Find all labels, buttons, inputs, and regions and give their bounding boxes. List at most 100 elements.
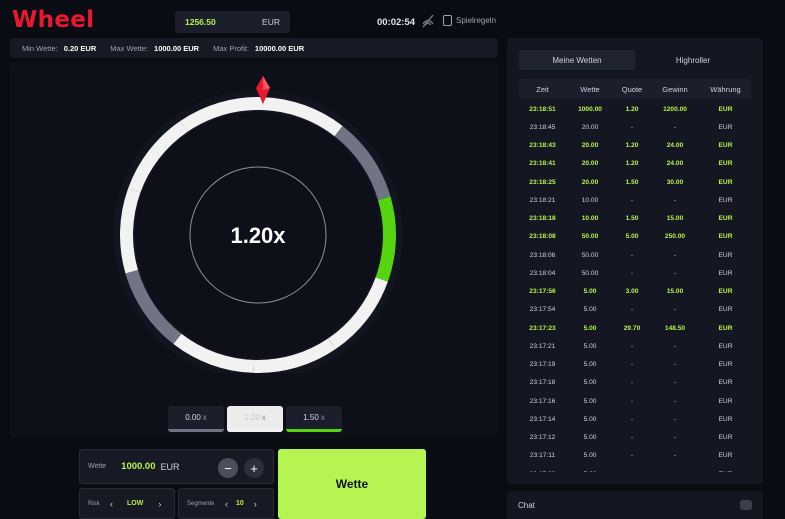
cell-currency: EUR: [718, 251, 733, 259]
cell-currency: EUR: [718, 397, 733, 405]
cell-currency: EUR: [718, 324, 733, 332]
connection-icon: [422, 14, 434, 28]
table-row: 23:17:54 5.00 - - EUR: [519, 301, 751, 319]
bets-tabs: Meine Wetten Highroller: [519, 50, 751, 70]
cell-currency: EUR: [718, 215, 733, 223]
cell-bet: 5.00: [583, 361, 597, 369]
cell-bet: 5.00: [583, 397, 597, 405]
cell-win: -: [673, 196, 677, 204]
multiplier-chip-1: 1.20 x: [227, 406, 283, 432]
col-odds: Quote: [621, 84, 643, 94]
cell-odds: -: [630, 196, 634, 204]
chat-bar[interactable]: Chat: [507, 491, 763, 519]
risk-next-icon[interactable]: ›: [158, 499, 161, 509]
table-row: 23:18:21 10.00 - - EUR: [519, 191, 751, 209]
cell-win: -: [673, 361, 677, 369]
cell-odds: -: [630, 251, 634, 259]
cell-bet: 20.00: [581, 178, 599, 186]
cell-bet: 5.00: [583, 452, 597, 460]
cell-win: 1200.00: [663, 105, 687, 113]
rules-label: Spielregeln: [456, 16, 497, 25]
cell-time: 23:17:14: [529, 415, 556, 423]
col-bet: Wette: [580, 84, 600, 94]
cell-bet: 10.00: [581, 196, 599, 204]
cell-win: 15.00: [666, 215, 684, 223]
rules-link[interactable]: Spielregeln: [443, 15, 496, 26]
cell-win: -: [673, 452, 677, 460]
cell-currency: EUR: [718, 105, 733, 113]
cell-bet: 20.00: [581, 142, 599, 150]
cell-time: 23:17:16: [529, 397, 556, 405]
decrease-bet-button[interactable]: −: [218, 458, 238, 478]
cell-bet: 5.00: [583, 434, 597, 442]
cell-currency: EUR: [718, 288, 733, 296]
cell-win: 24.00: [666, 160, 684, 168]
cell-bet: 1000.00: [578, 105, 602, 113]
segments-label: Segmente: [187, 500, 215, 507]
tab-my-bets[interactable]: Meine Wetten: [519, 50, 635, 70]
chat-icon: [740, 500, 752, 510]
max-profit: Max Profit: 10000.00 EUR: [213, 43, 305, 53]
table-row: 23:17:12 5.00 - - EUR: [519, 429, 751, 447]
cell-currency: EUR: [718, 342, 733, 350]
col-win: Gewinn: [662, 84, 688, 94]
wheel-pointer-icon: [256, 76, 270, 104]
cell-odds: -: [630, 415, 634, 423]
cell-time: 23:18:21: [529, 196, 556, 204]
cell-bet: 10.00: [581, 215, 599, 223]
app-root: Wheel 1256.50 EUR 00:02:54 Spielregeln M…: [0, 0, 785, 519]
cell-win: 148.50: [664, 324, 686, 332]
cell-currency: EUR: [718, 178, 733, 186]
table-row: 23:18:45 20.00 - - EUR: [519, 118, 751, 136]
place-bet-button[interactable]: Wette: [278, 449, 426, 519]
bet-amount[interactable]: 1000.00: [121, 461, 155, 472]
cell-time: 23:17:12: [529, 434, 556, 442]
cell-time: 23:17:56: [529, 288, 556, 296]
table-row: 23:17:23 5.00 29.70 148.50 EUR: [519, 319, 751, 337]
segments-prev-icon[interactable]: ‹: [225, 499, 228, 509]
cell-bet: 5.00: [583, 415, 597, 423]
segments-value: 10: [236, 500, 244, 507]
segments-next-icon[interactable]: ›: [254, 499, 257, 509]
table-row: 23:17:18 5.00 - - EUR: [519, 374, 751, 392]
risk-label: Risk: [88, 500, 100, 507]
cell-bet: 5.00: [583, 342, 597, 350]
cell-odds: 1.20: [625, 142, 639, 150]
table-row: 23:18:51 1000.00 1.20 1200.00 EUR: [519, 100, 751, 118]
cell-time: 23:17:21: [529, 342, 556, 350]
table-row: 23:17:16 5.00 - - EUR: [519, 392, 751, 410]
balance-value: 1256.50: [185, 17, 216, 27]
cell-odds: -: [630, 342, 634, 350]
cell-currency: EUR: [718, 142, 733, 150]
cell-currency: EUR: [718, 196, 733, 204]
cell-currency: EUR: [718, 269, 733, 277]
risk-prev-icon[interactable]: ‹: [110, 499, 113, 509]
table-row: 23:18:08 50.00 5.00 250.00 EUR: [519, 228, 751, 246]
tab-highroller[interactable]: Highroller: [635, 50, 751, 70]
cell-time: 23:17:54: [529, 306, 556, 314]
col-currency: Währung: [710, 84, 741, 94]
cell-bet: 5.00: [583, 288, 597, 296]
cell-win: 15.00: [666, 288, 684, 296]
increase-bet-button[interactable]: +: [244, 458, 264, 478]
cell-bet: 5.00: [566, 471, 614, 472]
multiplier-legend: 0.00 x 1.20 x 1.50 x: [168, 406, 342, 432]
cell-currency: EUR: [718, 415, 733, 423]
cell-odds: 1.50: [625, 178, 639, 186]
bets-panel: Meine Wetten Highroller Zeit Wette Quote…: [507, 38, 763, 484]
cell-bet: 50.00: [581, 269, 599, 277]
cell-win: 250.00: [664, 233, 686, 241]
cell-currency: EUR: [718, 379, 733, 387]
cell-odds: -: [630, 452, 634, 460]
cell-odds: -: [630, 306, 634, 314]
cell-currency: EUR: [718, 452, 733, 460]
table-row: 23:17:11 5.00 - - EUR: [519, 447, 751, 465]
cell-odds: -: [630, 123, 634, 131]
cell-win: -: [673, 269, 677, 277]
cell-bet: 20.00: [581, 160, 599, 168]
min-bet: Min Wette: 0.20 EUR: [22, 43, 97, 53]
cell-bet: 5.00: [583, 306, 597, 314]
col-time: Zeit: [536, 84, 549, 94]
cell-bet: 5.00: [583, 379, 597, 387]
table-row: 23:17:21 5.00 - - EUR: [519, 337, 751, 355]
